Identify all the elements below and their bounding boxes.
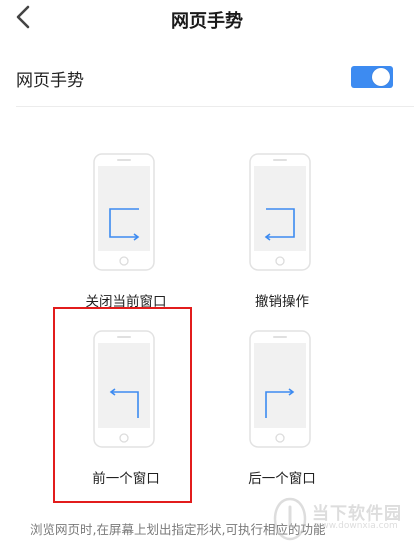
watermark-logo-icon xyxy=(273,497,307,541)
gesture-down-right-icon xyxy=(93,153,155,271)
highlight-box xyxy=(53,307,192,503)
gesture-down-left-icon xyxy=(249,153,311,271)
gesture-undo[interactable]: 撤销操作 xyxy=(217,153,347,323)
gesture-toggle-switch[interactable] xyxy=(351,66,393,88)
gesture-toggle-label: 网页手势 xyxy=(16,71,84,91)
gesture-up-right-icon xyxy=(249,330,311,448)
gesture-label: 后一个窗口 xyxy=(248,471,316,487)
divider xyxy=(16,106,414,107)
gesture-toggle-row[interactable]: 网页手势 xyxy=(0,54,414,102)
gesture-settings-page: 网页手势 网页手势 关闭当前窗口 撤销操作 前一个窗口 后一个窗口 浏览网页时,… xyxy=(0,0,414,550)
page-title: 网页手势 xyxy=(171,11,243,32)
gesture-next-window[interactable]: 后一个窗口 xyxy=(217,330,347,500)
gesture-close-window[interactable]: 关闭当前窗口 xyxy=(61,153,191,323)
watermark-url: www.downxia.com xyxy=(314,521,398,531)
header: 网页手势 xyxy=(0,0,414,38)
watermark: 当下软件园 www.downxia.com xyxy=(272,495,414,545)
gesture-label: 撤销操作 xyxy=(255,294,309,310)
toggle-knob xyxy=(372,68,390,86)
